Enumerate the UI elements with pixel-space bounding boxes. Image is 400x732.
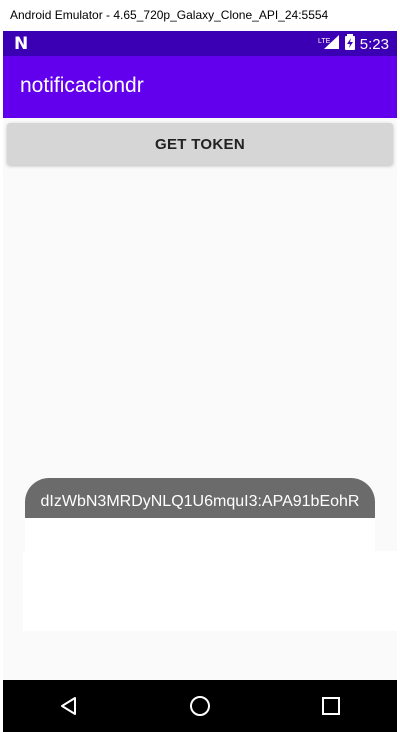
svg-text:LTE: LTE <box>318 38 331 45</box>
device-screen: N LTE 5:23 notificaciondr GET TOKEN dIzW… <box>3 31 397 732</box>
lte-signal-icon: LTE <box>318 34 340 55</box>
toast-token-text: dIzWbN3MRDyNLQ1U6mquI3:APA91bEohR <box>40 493 360 510</box>
recents-icon[interactable] <box>301 686 361 726</box>
battery-icon <box>344 34 355 55</box>
status-bar: N LTE 5:23 <box>3 31 397 56</box>
home-icon[interactable] <box>170 686 230 726</box>
get-token-button[interactable]: GET TOKEN <box>7 123 393 165</box>
app-title: notificaciondr <box>20 74 144 97</box>
emulator-window-title: Android Emulator - 4.65_720p_Galaxy_Clon… <box>0 0 400 31</box>
redaction-overlay-lower <box>23 551 397 631</box>
status-icons: LTE 5:23 <box>318 34 389 55</box>
notification-n-icon: N <box>14 34 28 54</box>
navigation-bar <box>3 680 397 732</box>
clock: 5:23 <box>359 36 389 53</box>
app-toolbar: notificaciondr <box>3 56 397 118</box>
back-icon[interactable] <box>39 686 99 726</box>
